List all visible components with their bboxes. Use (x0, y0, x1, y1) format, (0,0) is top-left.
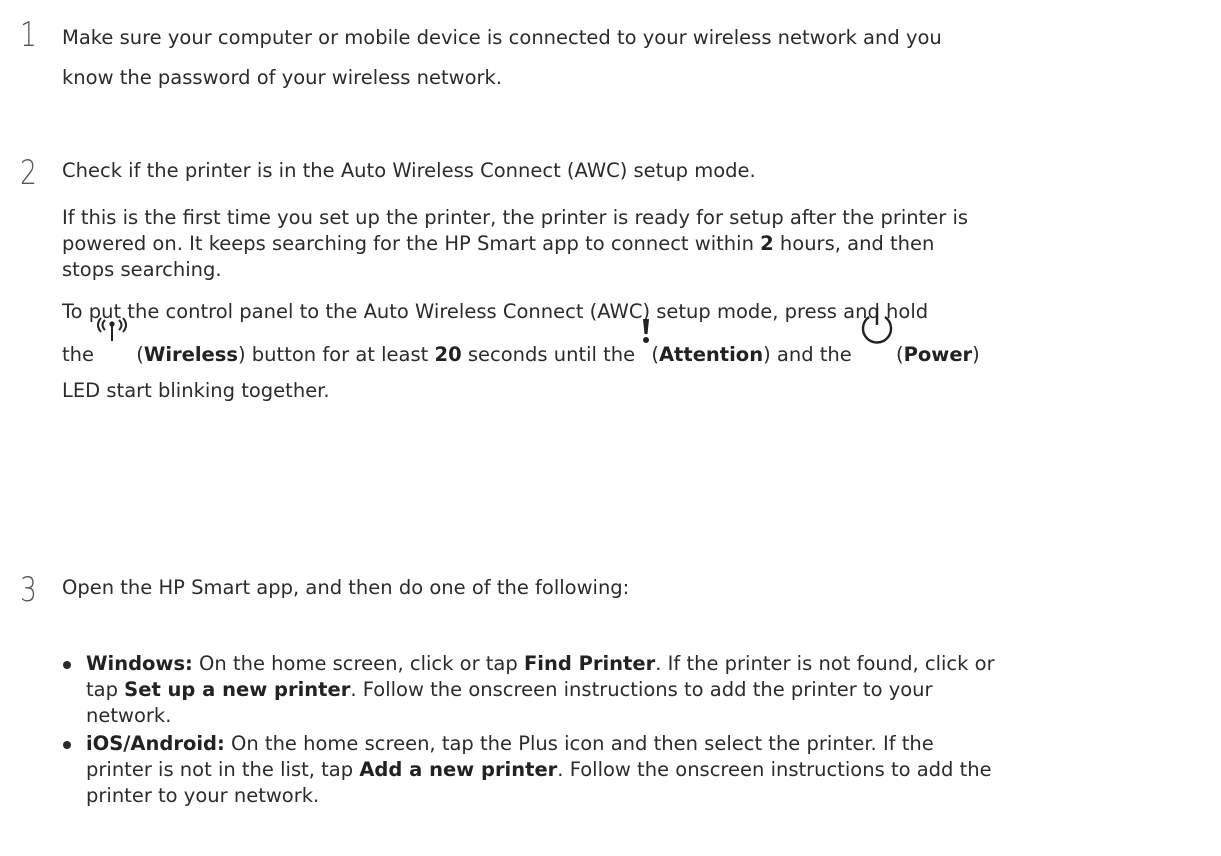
power-icon (858, 308, 896, 361)
attention-label: Attention (658, 343, 764, 366)
text: ) and the (763, 343, 858, 366)
paragraph-line: stops searching. (62, 258, 222, 281)
find-printer-label: Find Printer (523, 652, 656, 675)
text: . Follow the onscreen instructions to ad… (350, 678, 933, 701)
text: ( (896, 343, 904, 366)
text: ( (651, 343, 659, 366)
bullet-list: Windows: On the home screen, click or ta… (62, 651, 1212, 809)
step-heading: Open the HP Smart app, and then do one o… (62, 576, 630, 599)
setup-printer-label: Set up a new printer (124, 678, 351, 701)
text: On the home screen, tap the Plus icon an… (224, 732, 934, 755)
text: hours, and then (773, 232, 935, 255)
text: . Follow the onscreen instructions to ad… (557, 758, 992, 781)
list-item-line: iOS/Android: On the home screen, tap the… (86, 731, 1212, 757)
list-item: Windows: On the home screen, click or ta… (62, 651, 1212, 729)
list-item-line: printer to your network. (86, 784, 320, 807)
list-item-line: network. (86, 704, 172, 727)
paragraph-line: LED start blinking together. (62, 379, 330, 402)
paragraph: If this is the first time you set up the… (62, 205, 1210, 283)
step-number: 3 (20, 570, 37, 610)
text: ) (972, 343, 980, 366)
text: tap (86, 678, 125, 701)
step-heading: Check if the printer is in the Auto Wire… (62, 159, 756, 182)
list-item-line: printer is not in the list, tap Add a ne… (86, 757, 1212, 783)
text: ( (130, 343, 144, 366)
step-3: 3 Open the HP Smart app, and then do one… (20, 573, 1210, 607)
step-2: 2 Check if the printer is in the Auto Wi… (20, 156, 1210, 404)
list-item-line: Windows: On the home screen, click or ta… (86, 651, 1212, 677)
bullet-dot (63, 741, 71, 749)
wireless-icon (94, 317, 130, 361)
attention-icon (641, 319, 651, 361)
step-text-line: know the password of your wireless netwo… (62, 66, 503, 89)
wireless-label: Wireless (143, 343, 238, 366)
step-text-line: Make sure your computer or mobile device… (62, 26, 942, 49)
seconds-value: 20 (434, 343, 462, 366)
step-number: 1 (20, 15, 37, 55)
step-body: Check if the printer is in the Auto Wire… (62, 156, 1210, 404)
bullet-list-container: Windows: On the home screen, click or ta… (62, 651, 1212, 809)
power-label: Power (903, 343, 973, 366)
text: . If the printer is not found, click or (655, 652, 995, 675)
list-item: iOS/Android: On the home screen, tap the… (62, 731, 1212, 809)
platform-label: iOS/Android: (86, 732, 225, 755)
text: seconds until the (461, 343, 642, 366)
platform-label: Windows: (86, 652, 193, 675)
paragraph: To put the control panel to the Auto Wir… (62, 296, 1210, 404)
paragraph-line: To put the control panel to the Auto Wir… (62, 300, 929, 323)
document-page: 1 Make sure your computer or mobile devi… (0, 0, 1221, 856)
bullet-dot (63, 661, 71, 669)
paragraph-line: powered on. It keeps searching for the H… (62, 231, 1210, 257)
paragraph-line: If this is the first time you set up the… (62, 206, 969, 229)
add-printer-label: Add a new printer (359, 758, 558, 781)
text: powered on. It keeps searching for the H… (62, 232, 761, 255)
step-body: Make sure your computer or mobile device… (62, 18, 1210, 98)
list-item-line: tap Set up a new printer. Follow the ons… (86, 677, 1212, 703)
text: printer is not in the list, tap (86, 758, 360, 781)
text: the (62, 343, 95, 366)
text: ) button for at least (238, 343, 435, 366)
hours-value: 2 (760, 232, 774, 255)
text: On the home screen, click or tap (192, 652, 524, 675)
paragraph-line: the (Wireless) button for at least 20 se… (62, 308, 1210, 378)
step-number: 2 (20, 153, 37, 193)
step-body: Open the HP Smart app, and then do one o… (62, 573, 1210, 603)
step-1: 1 Make sure your computer or mobile devi… (20, 18, 1210, 98)
